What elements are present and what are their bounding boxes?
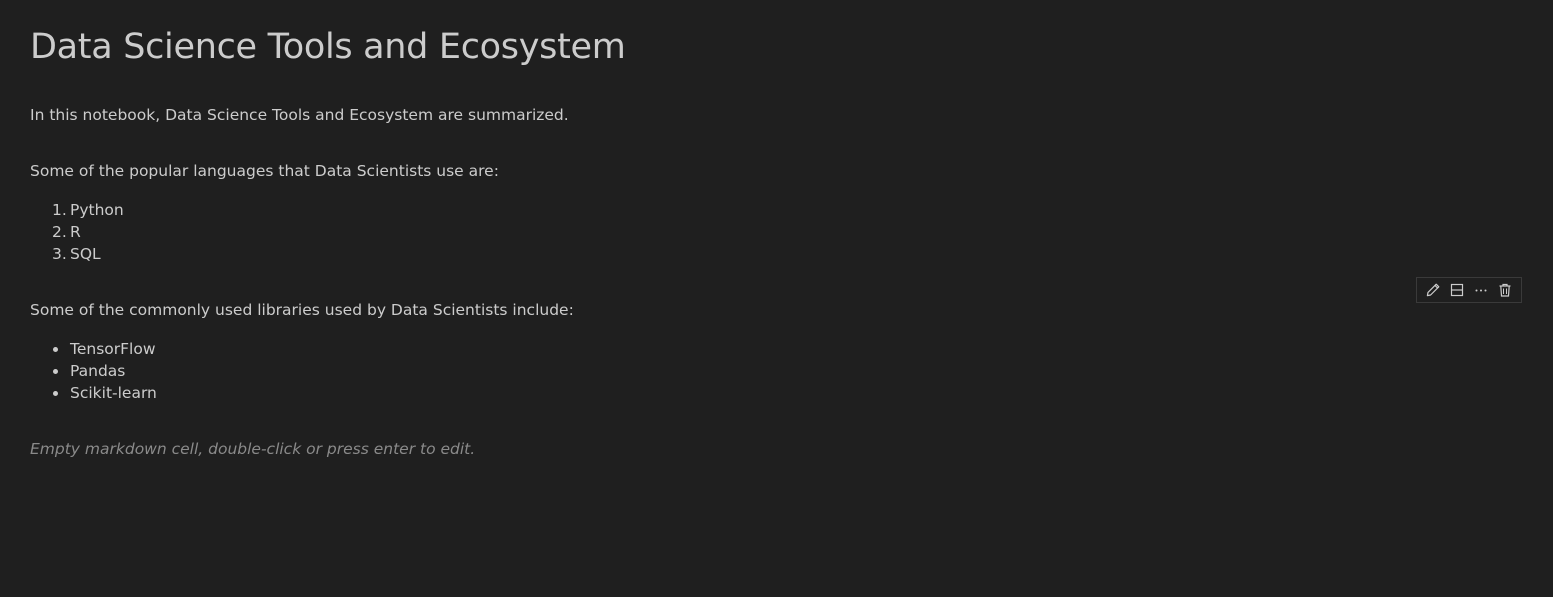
more-icon[interactable]: [1471, 280, 1491, 300]
list-number: 1.: [52, 201, 67, 219]
bullet-icon: [53, 347, 58, 352]
bullet-icon: [53, 391, 58, 396]
list-item: Scikit-learn: [30, 382, 157, 404]
list-number: 3.: [52, 245, 67, 263]
list-item-label: Python: [70, 201, 124, 219]
split-cell-icon[interactable]: [1447, 280, 1467, 300]
list-item-label: Pandas: [70, 362, 126, 380]
list-item-label: SQL: [70, 245, 101, 263]
list-item: 2. R: [30, 221, 124, 243]
trash-icon[interactable]: [1495, 280, 1515, 300]
libraries-list: TensorFlow Pandas Scikit-learn: [30, 338, 157, 404]
notebook-title: Data Science Tools and Ecosystem: [30, 27, 626, 67]
empty-markdown-cell-placeholder[interactable]: Empty markdown cell, double-click or pre…: [30, 438, 475, 460]
list-item-label: TensorFlow: [70, 340, 156, 358]
notebook-page: Data Science Tools and Ecosystem In this…: [0, 0, 1553, 597]
languages-list: 1. Python 2. R 3. SQL: [30, 199, 124, 265]
list-item: 1. Python: [30, 199, 124, 221]
list-number: 2.: [52, 223, 67, 241]
list-item: 3. SQL: [30, 243, 124, 265]
cell-toolbar: [1416, 277, 1522, 303]
list-item-label: R: [70, 223, 81, 241]
intro-paragraph: In this notebook, Data Science Tools and…: [30, 106, 569, 124]
list-item: TensorFlow: [30, 338, 157, 360]
list-item: Pandas: [30, 360, 157, 382]
list-item-label: Scikit-learn: [70, 384, 157, 402]
libraries-heading: Some of the commonly used libraries used…: [30, 301, 574, 319]
bullet-icon: [53, 369, 58, 374]
languages-heading: Some of the popular languages that Data …: [30, 162, 499, 180]
pencil-icon[interactable]: [1423, 280, 1443, 300]
